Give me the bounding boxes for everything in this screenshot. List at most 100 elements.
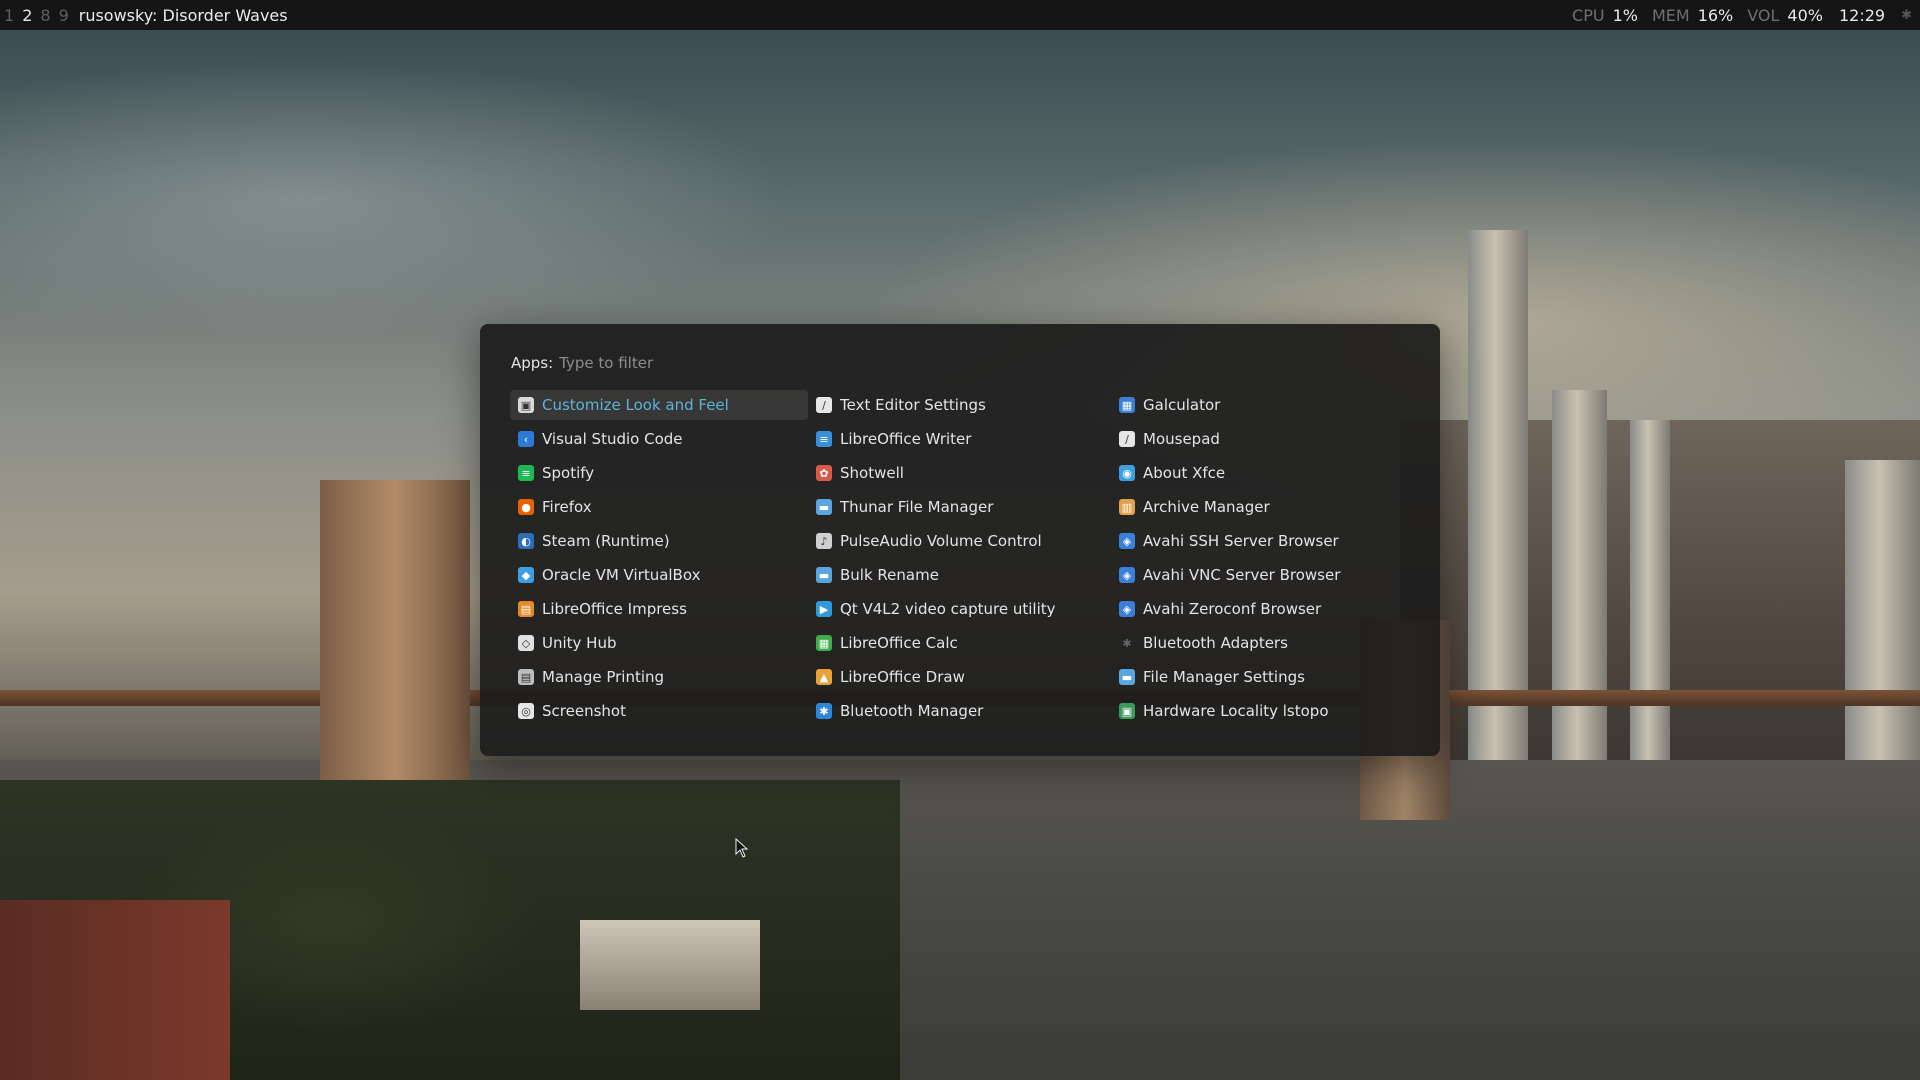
app-item[interactable]: ▦ Galculator [1111, 390, 1414, 420]
app-grid: ▣ Customize Look and Feel ‹ Visual Studio C… [510, 388, 1414, 728]
cpu-label: CPU [1572, 5, 1605, 25]
app-item[interactable]: ✱ Bluetooth Adapters [1111, 628, 1414, 658]
bluetooth-icon[interactable]: ✱ [1901, 8, 1912, 23]
steam-icon: ◐ [518, 533, 534, 549]
chip-icon: ▣ [1119, 703, 1135, 719]
folder-settings-icon: ▬ [1119, 669, 1135, 685]
app-item[interactable]: ‹ Visual Studio Code [510, 424, 808, 454]
vscode-icon: ‹ [518, 431, 534, 447]
app-item[interactable]: ◇ Unity Hub [510, 628, 808, 658]
app-item[interactable]: ◎ Screenshot [510, 696, 808, 726]
app-launcher: Apps: Type to filter ▣ Customize Look and … [480, 324, 1440, 756]
wallpaper-skyscraper [1630, 420, 1670, 780]
app-item-label: Oracle VM VirtualBox [542, 566, 701, 584]
wallpaper-skyscraper [1845, 460, 1920, 790]
app-item-label: Hardware Locality lstopo [1143, 702, 1329, 720]
launcher-prompt[interactable]: Apps: Type to filter [511, 354, 653, 372]
vol-label: VOL [1747, 5, 1780, 25]
mem-value: 16% [1697, 5, 1734, 25]
network-icon: ◈ [1119, 601, 1135, 617]
app-item[interactable]: ◈ Avahi Zeroconf Browser [1111, 594, 1414, 624]
app-item-label: Manage Printing [542, 668, 665, 686]
app-item-label: LibreOffice Calc [840, 634, 958, 652]
calculator-icon: ▦ [1119, 397, 1135, 413]
app-item-label: Galculator [1143, 396, 1221, 414]
app-item[interactable]: ◈ Avahi SSH Server Browser [1111, 526, 1414, 556]
app-item-label: Steam (Runtime) [542, 532, 670, 550]
bulk-rename-icon: ▬ [816, 567, 832, 583]
app-item[interactable]: ∕ Mousepad [1111, 424, 1414, 454]
workspace-8[interactable]: 8 [36, 6, 54, 25]
shotwell-icon: ✿ [816, 465, 832, 481]
app-item[interactable]: ≡ Spotify [510, 458, 808, 488]
app-item[interactable]: ▬ Bulk Rename [808, 560, 1111, 590]
app-item-label: Archive Manager [1143, 498, 1270, 516]
spotify-icon: ≡ [518, 465, 534, 481]
app-item[interactable]: ▤ LibreOffice Impress [510, 594, 808, 624]
virtualbox-icon: ◆ [518, 567, 534, 583]
filter-placeholder[interactable]: Type to filter [559, 354, 653, 372]
unity-icon: ◇ [518, 635, 534, 651]
app-item-label: Avahi VNC Server Browser [1143, 566, 1341, 584]
app-item[interactable]: ▶ Qt V4L2 video capture utility [808, 594, 1111, 624]
app-item[interactable]: ≡ LibreOffice Writer [808, 424, 1111, 454]
mem-label: MEM [1651, 5, 1690, 25]
app-item-label: LibreOffice Writer [840, 430, 972, 448]
app-item-label: PulseAudio Volume Control [840, 532, 1042, 550]
app-item[interactable]: ✿ Shotwell [808, 458, 1111, 488]
wallpaper-skyscraper [1468, 230, 1528, 790]
xfce-icon: ◉ [1119, 465, 1135, 481]
clock: 12:29 [1838, 5, 1886, 25]
app-item-label: Avahi SSH Server Browser [1143, 532, 1339, 550]
app-item-label: Screenshot [542, 702, 626, 720]
app-item-label: LibreOffice Impress [542, 600, 687, 618]
vol-value[interactable]: 40% [1787, 6, 1823, 25]
impress-icon: ▤ [518, 601, 534, 617]
app-item-label: Firefox [542, 498, 592, 516]
prompt-label: Apps: [511, 354, 554, 372]
app-item[interactable]: ▲ LibreOffice Draw [808, 662, 1111, 692]
app-item-label: Bluetooth Adapters [1143, 634, 1288, 652]
volume-icon: ♪ [816, 533, 832, 549]
app-item[interactable]: ▥ Archive Manager [1111, 492, 1414, 522]
app-item[interactable]: ▣ Customize Look and Feel [510, 390, 808, 420]
workspace-1[interactable]: 1 [0, 6, 18, 25]
app-item-label: Bulk Rename [840, 566, 939, 584]
workspace-2[interactable]: 2 [18, 6, 36, 25]
cpu-value: 1% [1612, 5, 1638, 25]
wallpaper-building [0, 900, 230, 1080]
app-item[interactable]: ▣ Hardware Locality lstopo [1111, 696, 1414, 726]
wallpaper-pavilion [580, 920, 760, 1010]
folder-icon: ▬ [816, 499, 832, 515]
app-item-label: Bluetooth Manager [840, 702, 984, 720]
writer-icon: ≡ [816, 431, 832, 447]
customize-icon: ▣ [518, 397, 534, 413]
app-item-label: LibreOffice Draw [840, 668, 965, 686]
app-item[interactable]: ▬ Thunar File Manager [808, 492, 1111, 522]
camera-icon: ▶ [816, 601, 832, 617]
app-item[interactable]: ∕ Text Editor Settings [808, 390, 1111, 420]
app-item[interactable]: ◈ Avahi VNC Server Browser [1111, 560, 1414, 590]
archive-icon: ▥ [1119, 499, 1135, 515]
printer-icon: ▤ [518, 669, 534, 685]
app-item[interactable]: ◐ Steam (Runtime) [510, 526, 808, 556]
top-bar: 1 2 8 9 rusowsky: Disorder Waves CPU 1% … [0, 0, 1920, 30]
network-icon: ◈ [1119, 533, 1135, 549]
app-item[interactable]: ♪ PulseAudio Volume Control [808, 526, 1111, 556]
app-item-label: File Manager Settings [1143, 668, 1305, 686]
app-item-label: Thunar File Manager [840, 498, 994, 516]
app-item[interactable]: ▤ Manage Printing [510, 662, 808, 692]
app-item[interactable]: ✱ Bluetooth Manager [808, 696, 1111, 726]
app-item[interactable]: ▦ LibreOffice Calc [808, 628, 1111, 658]
window-title: rusowsky: Disorder Waves [78, 5, 288, 25]
mousepad-icon: ∕ [1119, 431, 1135, 447]
screenshot-icon: ◎ [518, 703, 534, 719]
workspace-9[interactable]: 9 [55, 6, 73, 25]
draw-icon: ▲ [816, 669, 832, 685]
app-item-label: Avahi Zeroconf Browser [1143, 600, 1322, 618]
app-item[interactable]: ◉ About Xfce [1111, 458, 1414, 488]
app-item[interactable]: ▬ File Manager Settings [1111, 662, 1414, 692]
app-item[interactable]: ● Firefox [510, 492, 808, 522]
app-item[interactable]: ◆ Oracle VM VirtualBox [510, 560, 808, 590]
app-item-label: Mousepad [1143, 430, 1220, 448]
